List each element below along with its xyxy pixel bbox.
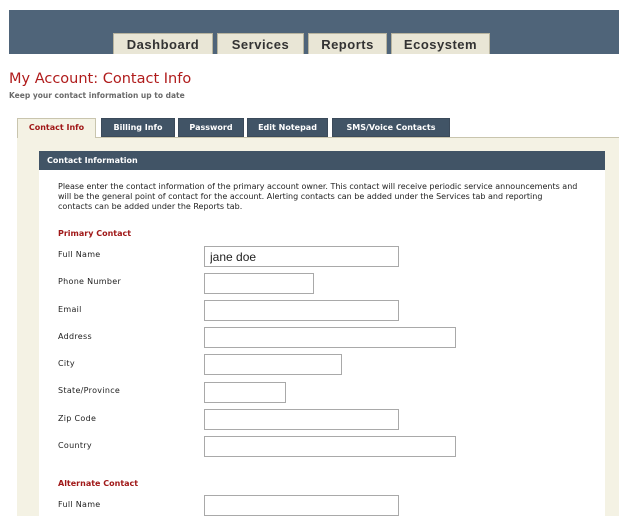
subtab-sms-voice-contacts[interactable]: SMS/Voice Contacts	[332, 118, 450, 137]
nav-tab-reports[interactable]: Reports	[308, 33, 387, 54]
subtab-edit-notepad[interactable]: Edit Notepad	[247, 118, 328, 137]
zip-code-input[interactable]	[204, 409, 399, 430]
country-label: Country	[58, 441, 92, 450]
address-label: Address	[58, 332, 92, 341]
nav-tab-services[interactable]: Services	[217, 33, 304, 54]
nav-tab-ecosystem[interactable]: Ecosystem	[391, 33, 490, 54]
page-title: My Account: Contact Info	[9, 71, 192, 87]
state-province-label: State/Province	[58, 386, 121, 395]
zip-code-label: Zip Code	[58, 414, 97, 423]
full-name-input[interactable]	[204, 246, 399, 267]
alt-full-name-label: Full Name	[58, 500, 101, 509]
full-name-label: Full Name	[58, 250, 101, 259]
phone-number-input[interactable]	[204, 273, 314, 294]
section-header: Contact Information	[39, 151, 605, 170]
city-label: City	[58, 359, 75, 368]
intro-text: Please enter the contact information of …	[58, 182, 578, 211]
nav-tab-dashboard[interactable]: Dashboard	[113, 33, 213, 54]
phone-number-label: Phone Number	[58, 277, 122, 286]
city-input[interactable]	[204, 354, 342, 375]
email-input[interactable]	[204, 300, 399, 321]
subtab-contact-info[interactable]: Contact Info	[17, 118, 96, 138]
address-input[interactable]	[204, 327, 456, 348]
country-input[interactable]	[204, 436, 456, 457]
alt-full-name-input[interactable]	[204, 495, 399, 516]
subtab-password[interactable]: Password	[178, 118, 244, 137]
primary-contact-label: Primary Contact	[58, 229, 132, 238]
subtab-billing-info[interactable]: Billing Info	[101, 118, 175, 137]
state-province-input[interactable]	[204, 382, 286, 403]
alternate-contact-label: Alternate Contact	[58, 479, 139, 488]
page-subtitle: Keep your contact information up to date	[9, 91, 185, 100]
email-label: Email	[58, 305, 82, 314]
